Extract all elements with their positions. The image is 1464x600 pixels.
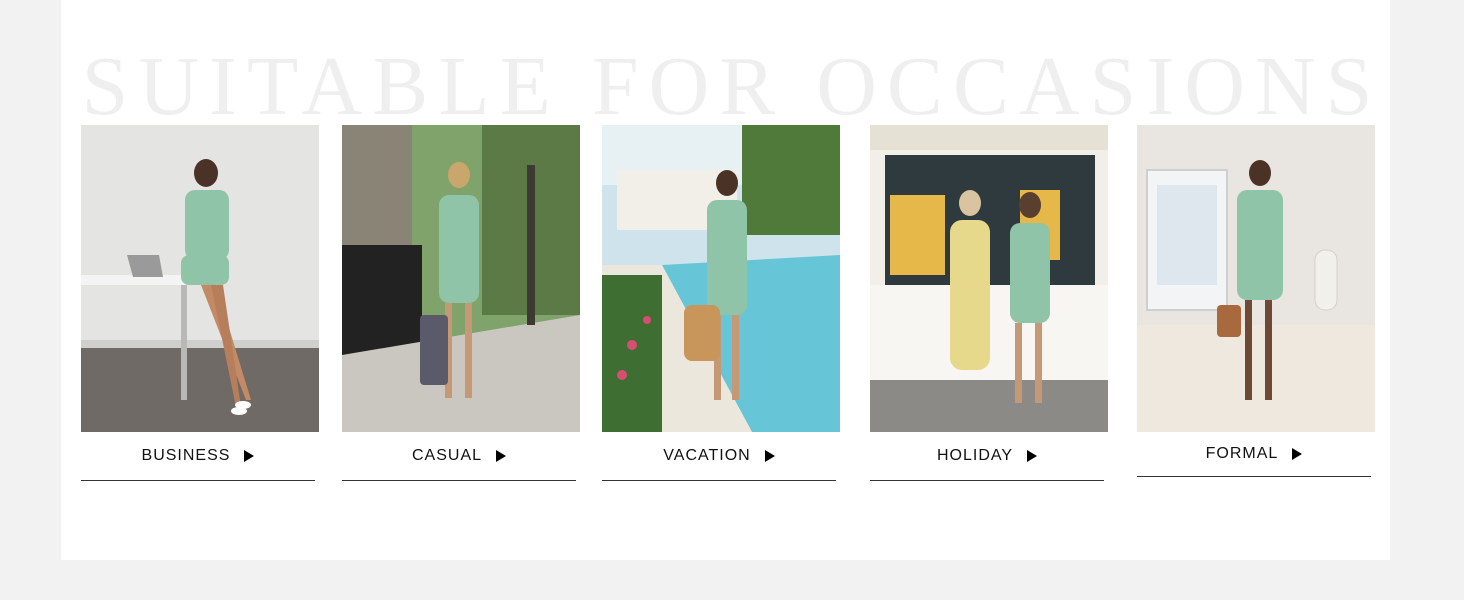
business-photo-illustration [81,125,319,432]
casual-label: CASUAL [411,447,483,464]
formal-photo-illustration [1137,125,1375,432]
play-icon [1292,448,1303,460]
casual-photo-illustration [342,125,580,432]
business-photo [81,125,319,432]
holiday-photo-illustration [870,125,1108,432]
vacation-photo-illustration [602,125,840,432]
formal-link[interactable]: FORMAL [1137,432,1371,477]
business-link[interactable]: BUSINESS [81,432,315,481]
banner-title: SUITABLE FOR OCCASIONS [81,40,1383,133]
occasion-card-casual[interactable]: CASUAL [342,125,580,481]
vacation-link[interactable]: VACATION [602,432,836,481]
casual-link[interactable]: CASUAL [342,432,576,481]
business-label: BUSINESS [141,447,231,464]
occasion-card-holiday[interactable]: HOLIDAY [870,125,1108,481]
formal-photo [1137,125,1375,432]
casual-photo [342,125,580,432]
occasion-card-formal[interactable]: FORMAL [1137,125,1375,477]
play-icon [1027,450,1038,462]
formal-label: FORMAL [1205,445,1279,462]
play-icon [764,450,775,462]
play-icon [244,450,255,462]
holiday-photo [870,125,1108,432]
occasion-card-vacation[interactable]: VACATION [602,125,840,481]
holiday-label: HOLIDAY [936,447,1014,464]
occasion-card-business[interactable]: BUSINESS [81,125,319,481]
vacation-photo [602,125,840,432]
vacation-label: VACATION [663,447,751,464]
holiday-link[interactable]: HOLIDAY [870,432,1104,481]
play-icon [496,450,507,462]
